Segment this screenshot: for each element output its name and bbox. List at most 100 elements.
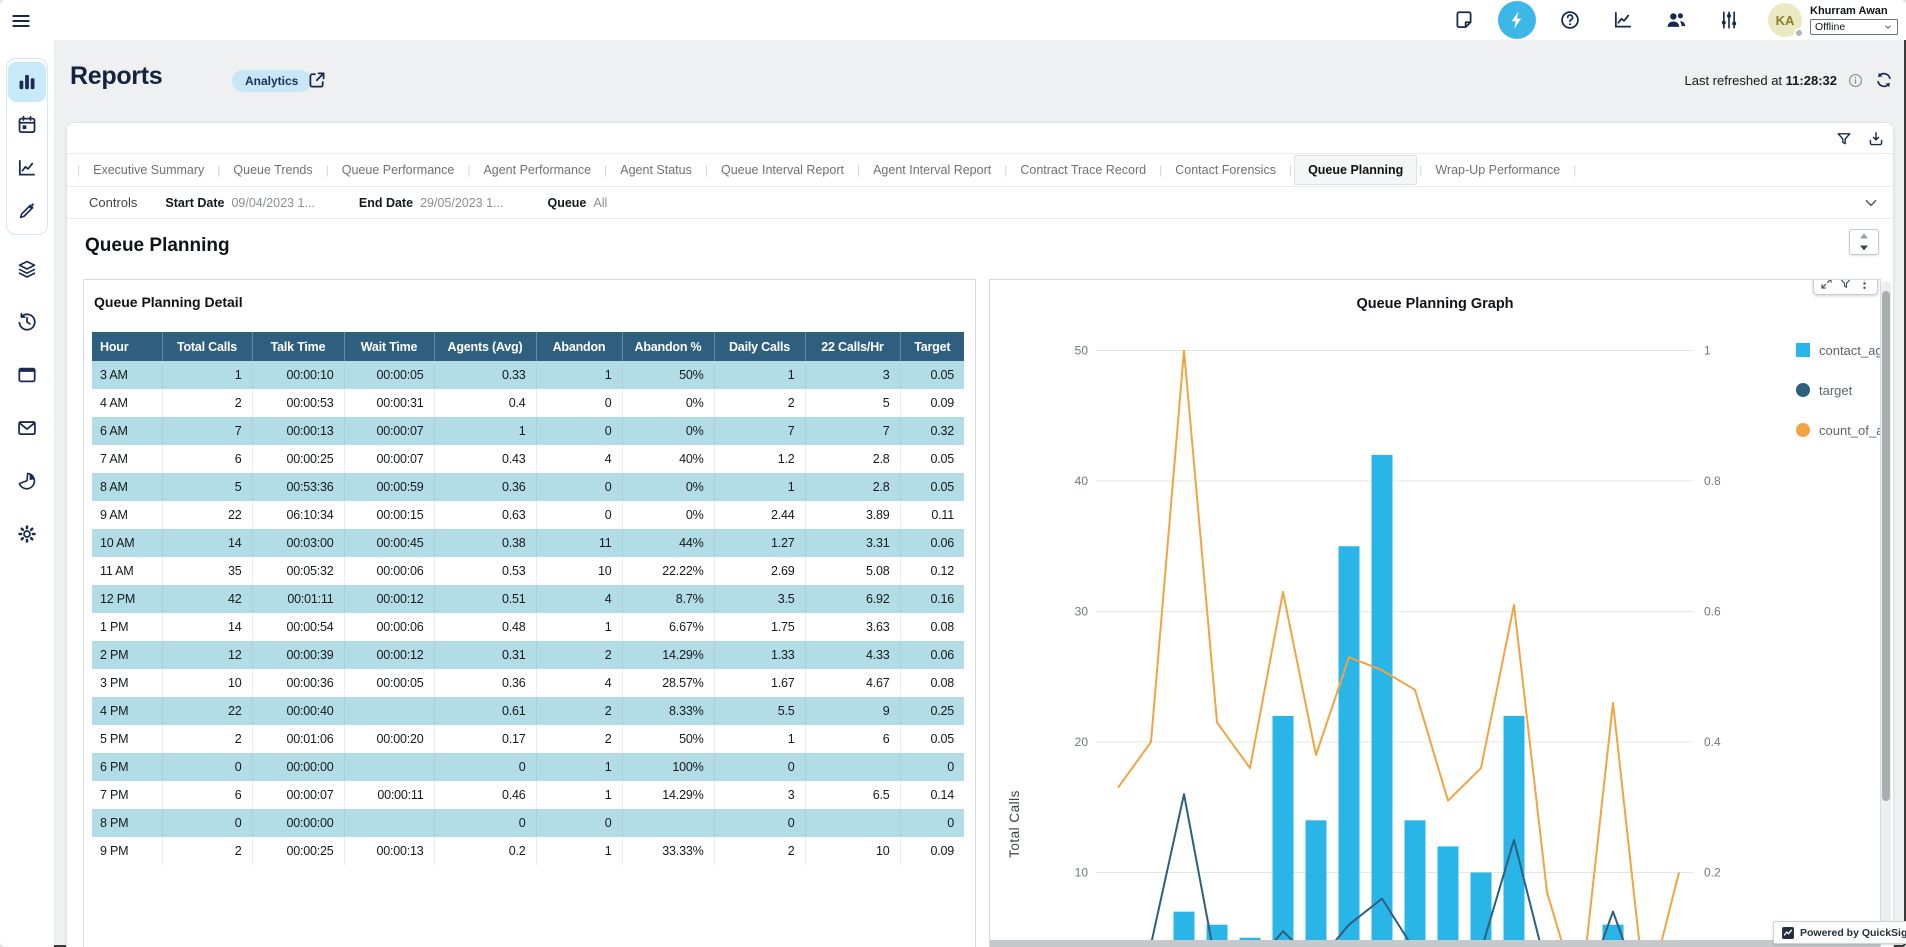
card-tools [1835, 130, 1885, 148]
topbar-metrics-button[interactable] [1604, 1, 1642, 39]
visual-filter-button[interactable] [1838, 279, 1853, 291]
sidebar-item-line-chart[interactable] [8, 148, 46, 188]
sidebar-item-layers[interactable] [8, 258, 46, 280]
table-row-12-pm[interactable]: 12 PM4200:01:1100:00:120.5148.7%3.56.920… [92, 585, 964, 613]
refresh-icon [1874, 70, 1894, 90]
tab-agent-status[interactable]: Agent Status [607, 163, 705, 177]
scrollbar-thumb[interactable] [1882, 291, 1890, 801]
visual-menu-button[interactable] [1857, 279, 1872, 291]
tab-queue-planning[interactable]: Queue Planning [1294, 155, 1417, 185]
controls-bar: Controls Start Date09/04/2023 1...End Da… [67, 187, 1893, 219]
tab-agent-performance[interactable]: Agent Performance [470, 163, 604, 177]
topbar-agents-button[interactable] [1657, 1, 1695, 39]
tab-agent-interval-report[interactable]: Agent Interval Report [860, 163, 1004, 177]
vertical-scrollbar[interactable] [1881, 281, 1891, 933]
legend-item-target[interactable]: target [1796, 382, 1881, 398]
open-in-new-button[interactable] [306, 68, 330, 92]
topbar-notes-button[interactable] [1445, 1, 1483, 39]
tab-queue-interval-report[interactable]: Queue Interval Report [708, 163, 857, 177]
column-header-daily-calls[interactable]: Daily Calls [714, 332, 805, 361]
refresh-info-button[interactable] [1847, 72, 1864, 89]
table-row-4-am[interactable]: 4 AM200:00:5300:00:310.400%250.09 [92, 389, 964, 417]
sidebar-item-gear[interactable] [8, 523, 46, 545]
table-row-7-pm[interactable]: 7 PM600:00:0700:00:110.46114.29%36.50.14 [92, 781, 964, 809]
table-row-2-pm[interactable]: 2 PM1200:00:3900:00:120.31214.29%1.334.3… [92, 641, 964, 669]
table-row-6-pm[interactable]: 6 PM000:00:0001100%00 [92, 753, 964, 781]
hamburger-icon [10, 10, 32, 32]
sidebar-item-calendar[interactable] [8, 105, 46, 145]
table-row-7-am[interactable]: 7 AM600:00:2500:00:070.43440%1.22.80.05 [92, 445, 964, 473]
sheet-title: Queue Planning [85, 235, 230, 257]
column-header-total-calls[interactable]: Total Calls [162, 332, 252, 361]
table-row-8-pm[interactable]: 8 PM000:00:000000 [92, 809, 964, 837]
maximize-visual-button[interactable] [1819, 279, 1834, 291]
refresh-button[interactable] [1874, 70, 1894, 90]
calendar-icon [16, 114, 38, 136]
funnel-icon [1835, 130, 1853, 148]
table-row-8-am[interactable]: 8 AM500:53:3600:00:590.3600%12.80.05 [92, 473, 964, 501]
horizontal-scrollbar[interactable] [990, 940, 1880, 947]
bar-9-am[interactable] [1273, 716, 1294, 947]
scroll-up-button[interactable] [1850, 230, 1878, 242]
tab-contact-forensics[interactable]: Contact Forensics [1162, 163, 1289, 177]
table-row-11-am[interactable]: 11 AM3500:05:3200:00:060.531022.22%2.695… [92, 557, 964, 585]
legend-item-count-of-a[interactable]: count_of_a… [1796, 422, 1881, 438]
export-button[interactable] [1867, 130, 1885, 148]
collapse-controls-button[interactable] [1861, 193, 1881, 213]
powered-by-label: Powered by QuickSight [1800, 927, 1906, 939]
column-header-abandon[interactable]: Abandon % [622, 332, 714, 361]
tab-queue-performance[interactable]: Queue Performance [329, 163, 468, 177]
bar-10-am[interactable] [1306, 820, 1327, 947]
report-card: |Executive Summary|Queue Trends|Queue Pe… [66, 122, 1894, 947]
column-header-agents-avg[interactable]: Agents (Avg) [434, 332, 536, 361]
table-row-1-pm[interactable]: 1 PM1400:00:5400:00:060.4816.67%1.753.63… [92, 613, 964, 641]
status-select[interactable]: Offline [1810, 19, 1898, 35]
filter-end-date[interactable]: End Date29/05/2023 1... [359, 196, 504, 210]
sidebar-item-history[interactable] [8, 311, 46, 333]
table-row-10-am[interactable]: 10 AM1400:03:0000:00:450.381144%1.273.31… [92, 529, 964, 557]
column-header-hour[interactable]: Hour [92, 332, 162, 361]
table-row-6-am[interactable]: 6 AM700:00:1300:00:07100%770.32 [92, 417, 964, 445]
sidebar-item-bar-chart[interactable] [8, 62, 46, 102]
scroll-down-button[interactable] [1850, 242, 1878, 254]
column-header-talk-time[interactable]: Talk Time [252, 332, 344, 361]
filter-button[interactable] [1835, 130, 1853, 148]
line-count-of-a[interactable] [1118, 351, 1679, 947]
tab-wrap-up-performance[interactable]: Wrap-Up Performance [1422, 163, 1573, 177]
topbar-sliders-button[interactable] [1710, 1, 1748, 39]
filter-start-date[interactable]: Start Date09/04/2023 1... [165, 196, 314, 210]
bar-3-pm[interactable] [1471, 873, 1492, 947]
sidebar-item-pie-chart[interactable] [8, 470, 46, 492]
sidebar-item-window[interactable] [8, 364, 46, 386]
bar-2-pm[interactable] [1438, 846, 1459, 947]
filter-queue[interactable]: QueueAll [547, 196, 607, 210]
column-header-abandon[interactable]: Abandon [536, 332, 622, 361]
table-row-9-am[interactable]: 9 AM2206:10:3400:00:150.6300%2.443.890.1… [92, 501, 964, 529]
bar-1-pm[interactable] [1405, 820, 1426, 947]
sidebar-item-mail[interactable] [8, 417, 46, 439]
tab-executive-summary[interactable]: Executive Summary [80, 163, 217, 177]
legend-item-contact-ag[interactable]: contact_ag… [1796, 342, 1881, 358]
table-row-3-pm[interactable]: 3 PM1000:00:3600:00:050.36428.57%1.674.6… [92, 669, 964, 697]
svg-text:30: 30 [1075, 605, 1089, 619]
bar-11-am[interactable] [1339, 546, 1360, 947]
table-row-5-pm[interactable]: 5 PM200:01:0600:00:200.17250%160.05 [92, 725, 964, 753]
powered-by-quicksight[interactable]: Powered by QuickSight [1773, 921, 1906, 944]
avatar[interactable]: KA [1768, 3, 1802, 37]
tab-queue-trends[interactable]: Queue Trends [220, 163, 325, 177]
status-dot [1794, 28, 1804, 38]
table-row-3-am[interactable]: 3 AM100:00:1000:00:050.33150%130.05 [92, 361, 964, 389]
topbar-bolt-button[interactable] [1498, 1, 1536, 39]
menu-button[interactable] [10, 8, 36, 34]
last-refreshed-text: Last refreshed at 11:28:32 [1684, 73, 1837, 88]
tab-contract-trace-record[interactable]: Contract Trace Record [1007, 163, 1159, 177]
table-row-4-pm[interactable]: 4 PM2200:00:400.6128.33%5.590.25 [92, 697, 964, 725]
table-row-9-pm[interactable]: 9 PM200:00:2500:00:130.2133.33%2100.09 [92, 837, 964, 865]
column-header-22-calls-hr[interactable]: 22 Calls/Hr [805, 332, 900, 361]
bar-12-pm[interactable] [1372, 455, 1393, 947]
topbar-help-button[interactable] [1551, 1, 1589, 39]
sidebar-item-design[interactable] [8, 191, 46, 231]
column-header-target[interactable]: Target [900, 332, 964, 361]
bar-4-pm[interactable] [1504, 716, 1525, 947]
column-header-wait-time[interactable]: Wait Time [344, 332, 434, 361]
